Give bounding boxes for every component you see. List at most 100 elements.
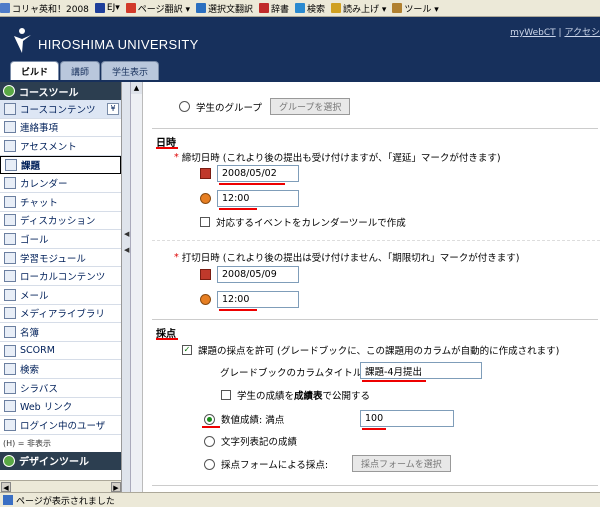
due-time-input[interactable]	[217, 190, 299, 207]
assessment-icon	[4, 139, 16, 152]
numeric-grade-radio[interactable]	[204, 413, 215, 425]
toolbar-item[interactable]: 読み上げ ▾	[331, 2, 386, 15]
toolbar-item[interactable]: ページ翻訳 ▾	[125, 2, 190, 15]
sidebar-item[interactable]: ログイン中のユーザ	[0, 416, 121, 435]
calendar-event-label: 対応するイベントをカレンダーツールで作成	[216, 218, 406, 229]
sidebar-item-label: ディスカッション	[20, 216, 96, 228]
sidebar-item[interactable]: コースコンテンツ ¥	[0, 100, 121, 119]
divider	[152, 485, 598, 486]
student-group-radio[interactable]	[179, 101, 190, 112]
sidebar-item-label: メディアライブラリ	[20, 309, 105, 321]
sidebar-item[interactable]: メディアライブラリ	[0, 305, 121, 324]
course-tools-header[interactable]: コースツール	[0, 82, 121, 100]
tab-item[interactable]: ビルド	[10, 61, 60, 80]
mywebct-link[interactable]: myWebCT	[510, 28, 556, 38]
annotation-underline	[156, 147, 178, 149]
divider	[152, 240, 600, 241]
sidebar-item-label: 連絡事項	[20, 123, 59, 135]
sidebar-item[interactable]: ゴール	[0, 230, 121, 249]
sidebar-item[interactable]: 学習モジュール	[0, 249, 121, 268]
due-date-input[interactable]	[217, 165, 299, 182]
tab-item[interactable]: 講師	[60, 61, 101, 80]
select-group-button[interactable]: グループを選択	[269, 98, 351, 115]
tab-item[interactable]: 学生表示	[101, 61, 160, 80]
sidebar-item-label: メール	[20, 290, 49, 302]
numeric-grade-input[interactable]	[360, 410, 454, 427]
annotation-underline	[219, 309, 257, 311]
media-library-icon	[4, 307, 16, 320]
sidebar-item[interactable]: メール	[0, 286, 121, 305]
cutoff-date-label: 打切日時 (これより後の提出は受け付けません、「期限切れ」マークが付きます)	[181, 253, 520, 264]
toolbar-item-label: ツール ▾	[404, 4, 439, 15]
sidebar-item-label: コースコンテンツ	[20, 104, 96, 116]
hidden-legend: (H) = 非表示	[3, 438, 52, 448]
text-grade-label: 文字列表記の成績	[221, 437, 298, 448]
sidebar-item[interactable]: アセスメント	[0, 137, 121, 156]
accessibility-link[interactable]: アクセシ	[564, 28, 600, 38]
sidebar-item[interactable]: 連絡事項	[0, 119, 121, 138]
form-grade-radio[interactable]	[204, 458, 215, 470]
publish-grade-checkbox[interactable]	[221, 390, 231, 400]
text-grade-radio[interactable]	[204, 435, 215, 447]
sidebar-item[interactable]: ローカルコンテンツ	[0, 267, 121, 286]
status-text: ページが表示されました	[16, 496, 115, 507]
clock-icon[interactable]	[200, 294, 211, 305]
toolbar-item-label: 検索	[307, 4, 326, 15]
divider	[152, 319, 598, 320]
sidebar-splitter[interactable]: ◀ ◀	[122, 82, 131, 492]
select-form-button[interactable]: 採点フォームを選択	[352, 455, 451, 472]
dropdown-icon[interactable]: ¥	[107, 102, 119, 115]
expand-icon	[3, 85, 15, 97]
assignment-form: 学生のグループ グループを選択 日時 * 締切日時 (これより後の提出も受け付け…	[144, 82, 600, 492]
sidebar-item[interactable]: ディスカッション	[0, 212, 121, 231]
sidebar-item[interactable]: 名簿	[0, 323, 121, 342]
university-logo-icon	[14, 28, 31, 53]
select-translate-icon	[195, 3, 206, 13]
toolbar-item-label: 読み上げ ▾	[343, 4, 387, 15]
calendar-event-checkbox[interactable]	[200, 217, 210, 227]
sidebar-item-label: ゴール	[20, 234, 49, 246]
status-bar: ページが表示されました	[0, 492, 600, 507]
required-mark: *	[174, 151, 179, 163]
scroll-right-icon[interactable]: ▶	[111, 482, 121, 492]
scroll-up-icon[interactable]: ▲	[131, 82, 142, 94]
toolbar-item[interactable]: 辞書	[258, 2, 289, 15]
search-icon	[4, 363, 16, 376]
collapse-arrow-icon[interactable]: ◀	[124, 230, 129, 238]
sidebar-item[interactable]: シラバス	[0, 379, 121, 398]
cutoff-date-input[interactable]	[217, 266, 299, 283]
sidebar-item[interactable]: 検索	[0, 360, 121, 379]
divider	[152, 128, 598, 129]
design-tools-title: デザインツール	[19, 457, 89, 469]
sidebar-item[interactable]: Web リンク	[0, 398, 121, 417]
sidebar-item[interactable]: 課題	[0, 155, 121, 175]
course-tools-sidebar: コースツール コースコンテンツ ¥ 連絡事項アセスメント 課題 カレンダー チャットディス…	[0, 82, 122, 492]
calendar-icon[interactable]	[200, 269, 211, 280]
toolbar-item[interactable]: 選択文翻訳	[195, 2, 253, 15]
toolbar-item[interactable]: 検索	[295, 2, 325, 15]
clock-icon[interactable]	[200, 193, 211, 204]
content-vertical-scrollbar[interactable]: ▲	[131, 82, 143, 492]
sidebar-item[interactable]: チャット	[0, 193, 121, 212]
toolbar-item[interactable]: コリャ英和！2008	[0, 2, 89, 15]
sidebar-horizontal-scrollbar[interactable]: ◀ ▶	[0, 480, 121, 492]
calendar-icon[interactable]	[200, 168, 211, 179]
due-date-label: 締切日時 (これより後の提出も受け付けますが、「遅延」マークが付きます)	[181, 153, 501, 164]
sidebar-item[interactable]: SCORM	[0, 342, 121, 361]
collapse-arrow-icon[interactable]: ◀	[124, 246, 129, 254]
allow-grading-checkbox[interactable]: ✓	[182, 345, 192, 355]
course-tools-title: コースツール	[19, 87, 79, 99]
sidebar-item[interactable]: カレンダー	[0, 174, 121, 193]
cutoff-time-input[interactable]	[217, 291, 299, 308]
toolbar-item[interactable]: EJ▾	[94, 3, 120, 13]
speaker-icon	[331, 3, 342, 13]
toolbar-item-label: EJ▾	[106, 3, 120, 13]
search-icon	[295, 3, 305, 13]
assignment-icon	[5, 159, 17, 172]
design-tools-header[interactable]: デザインツール	[0, 451, 121, 470]
toolbar-item[interactable]: ツール ▾	[392, 2, 439, 15]
toolbar-item-label: 選択文翻訳	[207, 4, 253, 15]
scroll-left-icon[interactable]: ◀	[1, 482, 11, 492]
column-title-input[interactable]	[360, 362, 482, 379]
module-icon	[4, 251, 16, 264]
